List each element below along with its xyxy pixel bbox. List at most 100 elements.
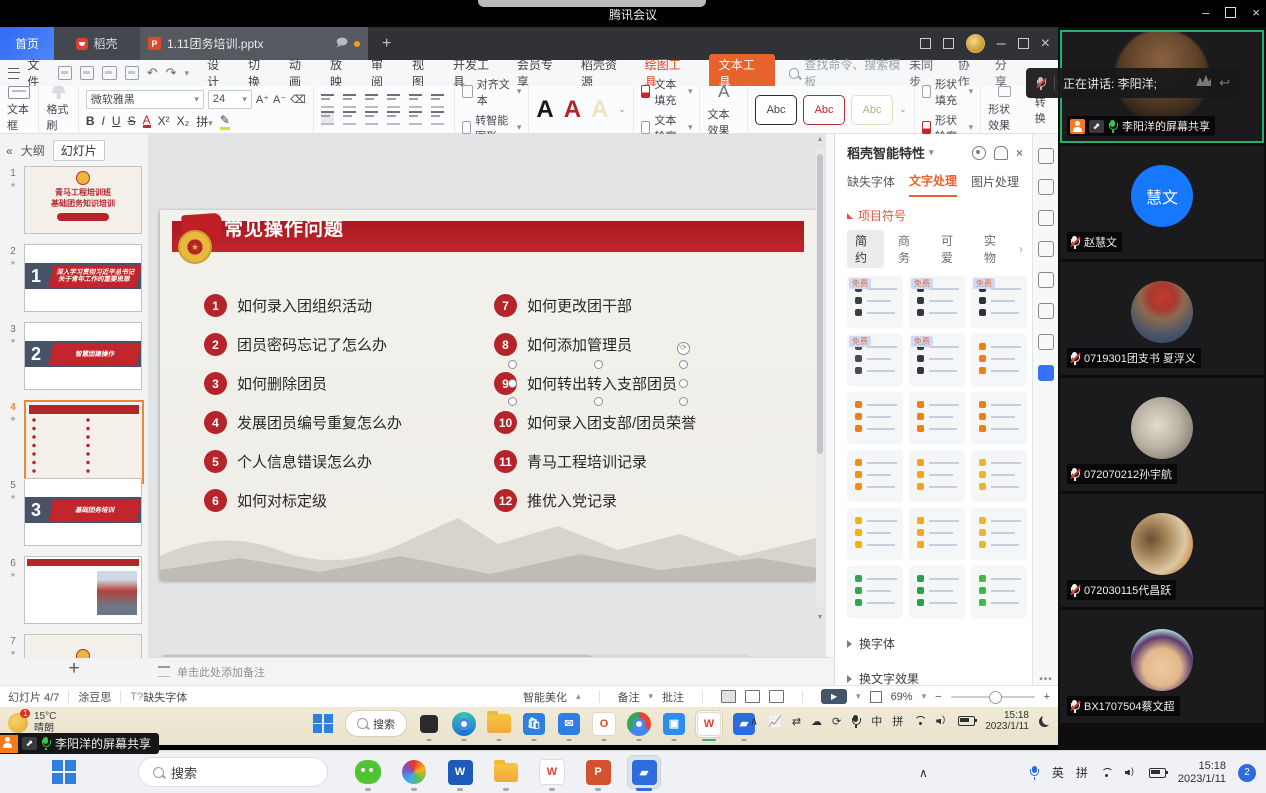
screen-share-tooltip[interactable]: ⬈ 李阳洋的屏幕共享	[0, 733, 159, 754]
chrome-icon[interactable]	[626, 711, 652, 737]
bullet-style-card[interactable]: 免费	[971, 392, 1027, 444]
meeting-icon[interactable]: ▰	[628, 756, 660, 788]
split-view-icon[interactable]	[920, 38, 931, 49]
bullet-style-card[interactable]: 免费	[971, 508, 1027, 560]
shape-fill-label[interactable]: 形状填充	[935, 76, 965, 108]
paragraph-spacing-icon[interactable]	[431, 111, 444, 125]
convert-label[interactable]: 转换	[1035, 94, 1051, 126]
underline-icon[interactable]: U	[112, 114, 121, 128]
participant-tile[interactable]: 慧文 ⬈ 赵慧文	[1060, 146, 1264, 259]
shared-system-tray[interactable]: ∧ 📈 ⇄ ☁ ⟳ 中 拼 15:182023/1/11	[750, 710, 1050, 732]
preview-icon[interactable]	[125, 66, 139, 80]
font-name-select[interactable]: 微软雅黑▾	[86, 90, 204, 109]
font-size-select[interactable]: 24▾	[208, 90, 252, 109]
menu-item[interactable]: 切换	[248, 56, 271, 90]
slide-thumbnail[interactable]: 4★	[0, 398, 148, 476]
word-icon[interactable]: W	[444, 756, 476, 788]
line-spacing-icon[interactable]	[431, 94, 444, 108]
wps-close-icon[interactable]: ×	[1041, 35, 1050, 53]
tab-slides[interactable]: 幻灯片	[53, 140, 105, 161]
bullet-style-card[interactable]: 免费	[847, 508, 903, 560]
gear-icon[interactable]	[972, 146, 986, 160]
slide-thumbnail[interactable]: 6★	[0, 554, 148, 632]
local-system-tray[interactable]: ∧ 英 拼 15:182023/1/11 2	[919, 751, 1256, 793]
menu-item[interactable]: 审阅	[371, 56, 394, 90]
collapsed-section[interactable]: 换字体	[835, 626, 1033, 661]
category-chip[interactable]: 可爱	[933, 230, 970, 268]
participant-tile[interactable]: ⬈ 0719301团支书 夏浮义	[1060, 262, 1264, 375]
quickbar-more-icon[interactable]: ▾	[185, 68, 190, 79]
print-icon[interactable]	[102, 66, 116, 80]
docer-tab[interactable]: 文字处理	[909, 172, 957, 197]
participant-tile[interactable]: ⬈ BX1707504蔡文超	[1060, 610, 1264, 723]
subscript-icon[interactable]: X₂	[177, 114, 190, 128]
menu-item[interactable]: 视图	[412, 56, 435, 90]
slide[interactable]: ★ 常见操作问题 1	[160, 210, 816, 580]
sorter-view-icon[interactable]	[745, 690, 760, 703]
slideshow-play-button[interactable]: ▶	[821, 689, 847, 704]
annotation-undo-icon[interactable]: ↩	[1219, 75, 1230, 91]
italic-icon[interactable]: I	[102, 114, 105, 128]
text-direction-icon[interactable]	[409, 94, 422, 108]
format-painter-icon[interactable]	[52, 86, 66, 99]
question-item[interactable]: 7 如何更改团干部 ⟳	[494, 294, 696, 317]
file-menu[interactable]: 文件	[27, 56, 50, 90]
question-item[interactable]: 10 如何录入团支部/团员荣誉 ⟳	[494, 411, 696, 434]
missing-font-label[interactable]: 缺失字体	[143, 689, 187, 705]
zoom-out-icon[interactable]: −	[935, 691, 941, 703]
menu-item[interactable]: 动画	[289, 56, 312, 90]
decrease-indent-icon[interactable]	[365, 94, 378, 108]
wechat-icon[interactable]	[352, 756, 384, 788]
weather-widget[interactable]: 1 15°C晴朗	[8, 711, 56, 735]
align-left-icon[interactable]	[321, 111, 334, 125]
shape-effect-label[interactable]: 形状效果	[988, 101, 1021, 133]
distribute-icon[interactable]	[409, 111, 422, 125]
font-color-icon[interactable]: A	[143, 115, 151, 128]
zoom-in-icon[interactable]: +	[1044, 691, 1050, 703]
mail-icon[interactable]: ✉	[556, 711, 582, 737]
rocket-icon[interactable]	[1038, 179, 1054, 195]
increase-indent-icon[interactable]	[387, 94, 400, 108]
help-icon[interactable]	[1038, 303, 1054, 319]
bullet-style-card[interactable]: 免费	[971, 566, 1027, 618]
store-icon[interactable]: 🛍	[521, 711, 547, 737]
tune-icon[interactable]	[1038, 210, 1054, 226]
slide-thumbnail[interactable]: 7★ 青马工程培训班	[0, 632, 148, 658]
shape-style-1[interactable]: Abc	[755, 95, 797, 125]
superscript-icon[interactable]: X²	[158, 114, 170, 128]
menu-item[interactable]: 会员专享	[517, 56, 563, 90]
camera-app-icon[interactable]: ▣	[661, 711, 687, 737]
shape-style-3[interactable]: Abc	[851, 95, 893, 125]
wps-restore-icon[interactable]	[1018, 38, 1029, 49]
participant-tile[interactable]: ⬈ 072030115代昌跃	[1060, 494, 1264, 607]
comment-toggle[interactable]: 批注	[662, 689, 684, 705]
question-item[interactable]: 8 如何添加管理员 ⟳	[494, 333, 696, 356]
collapse-panel-icon[interactable]: «	[6, 144, 13, 158]
wps-minimize-icon[interactable]: –	[997, 35, 1006, 53]
wordart-style-black[interactable]: A	[536, 97, 553, 123]
tab-outline[interactable]: 大纲	[21, 142, 45, 159]
bullet-style-card[interactable]: 免费	[971, 450, 1027, 502]
clear-format-icon[interactable]: ⌫	[290, 93, 306, 106]
notification-badge[interactable]: 2	[1238, 764, 1256, 782]
search-pill[interactable]: 搜索	[138, 757, 328, 787]
bold-icon[interactable]: B	[86, 114, 95, 128]
insert-textbox-icon[interactable]	[8, 86, 30, 99]
bullet-style-card[interactable]: 免费	[909, 566, 965, 618]
notes-placeholder[interactable]: 单击此处添加备注	[177, 664, 265, 680]
question-item[interactable]: 12 推优入党记录 ⟳	[494, 489, 696, 512]
bullet-section-title[interactable]: 项目符号	[858, 207, 906, 224]
photos-icon[interactable]	[398, 756, 430, 788]
bullet-style-card[interactable]: 免费	[971, 334, 1027, 386]
question-item[interactable]: 1 如何录入团组织活动	[204, 294, 402, 317]
copy-icon[interactable]	[1038, 272, 1054, 288]
bullet-style-card[interactable]: 免费	[847, 276, 903, 328]
task-view-icon[interactable]	[416, 711, 442, 737]
question-item[interactable]: 4 发展团员编号重复怎么办	[204, 411, 402, 434]
command-search[interactable]: 查找命令、搜索模板	[789, 56, 910, 90]
bullet-style-card[interactable]: 免费	[909, 392, 965, 444]
wps-icon[interactable]: W	[696, 711, 722, 737]
highlight-icon[interactable]: ✎	[220, 113, 230, 130]
decrease-font-icon[interactable]: A⁻	[273, 93, 286, 106]
redo-icon[interactable]: ↷	[166, 65, 177, 81]
